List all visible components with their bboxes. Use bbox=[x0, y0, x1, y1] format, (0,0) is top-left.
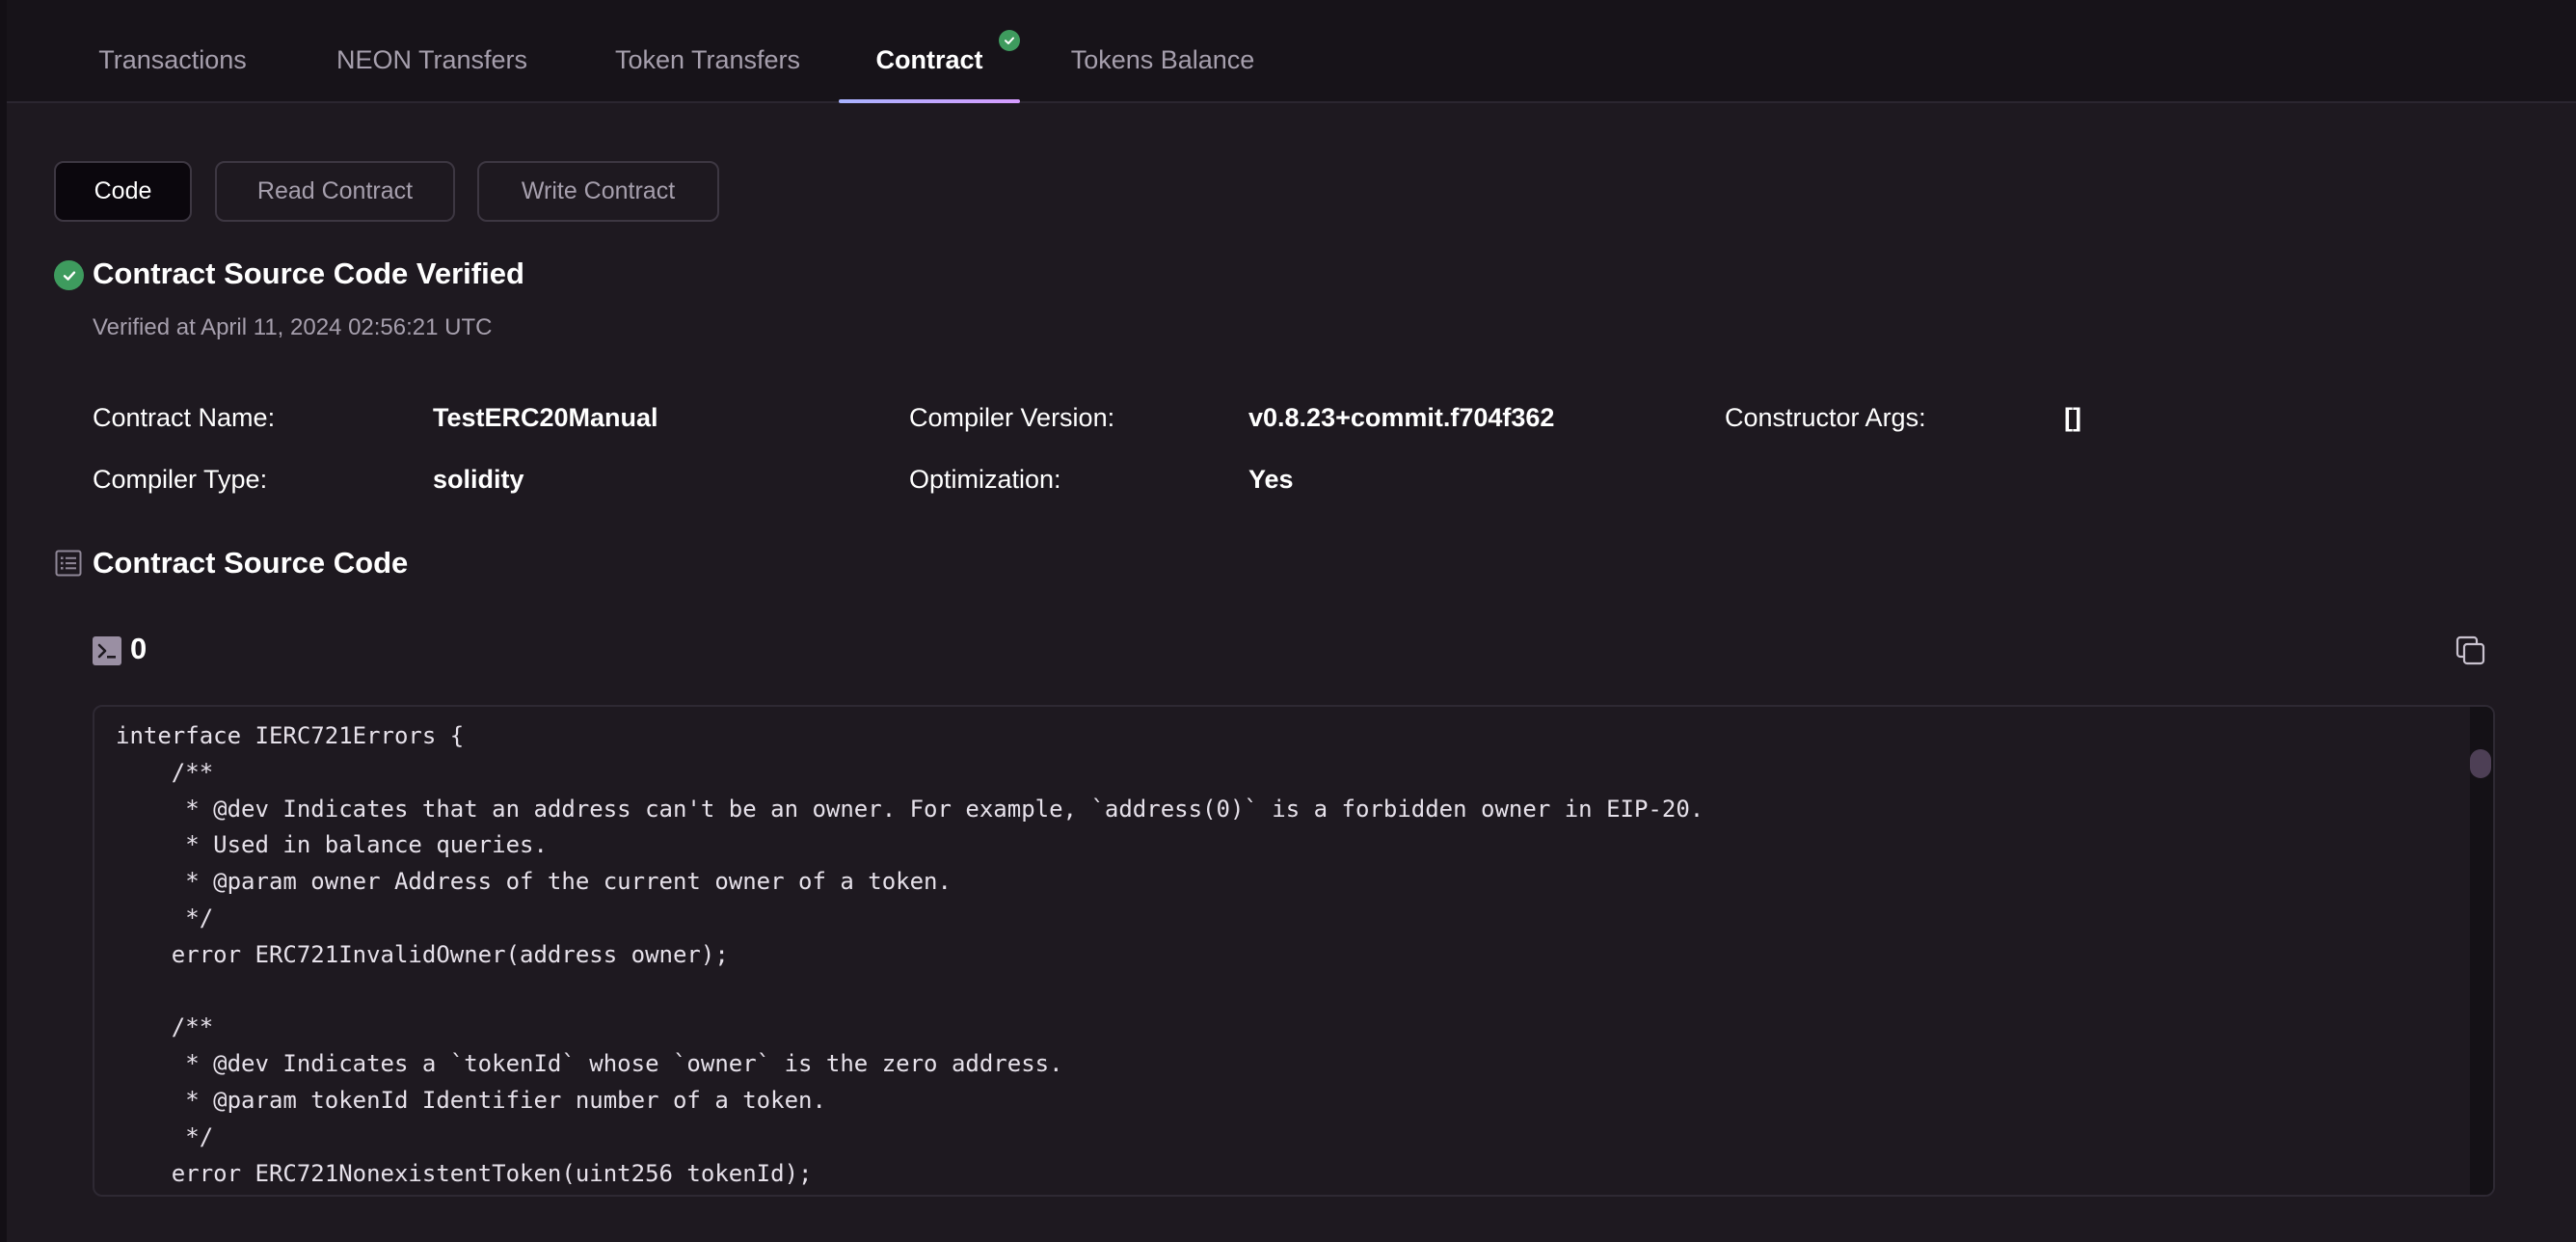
tab-token-transfers[interactable]: Token Transfers bbox=[601, 0, 815, 101]
contract-name-value: TestERC20Manual bbox=[433, 403, 658, 432]
code-viewer[interactable]: interface IERC721Errors { /** * @dev Ind… bbox=[93, 705, 2495, 1197]
tab-contract[interactable]: Contract bbox=[839, 0, 1020, 103]
tab-bar: Transactions NEON Transfers Token Transf… bbox=[7, 0, 2576, 103]
constructor-args-value: [] bbox=[2064, 403, 2081, 432]
active-tab-underline bbox=[839, 99, 1020, 103]
compiler-type-label: Compiler Type: bbox=[93, 465, 268, 494]
copy-icon[interactable] bbox=[2455, 634, 2487, 667]
tab-tokens-balance[interactable]: Tokens Balance bbox=[1061, 0, 1264, 101]
source-file-name: 0 bbox=[130, 632, 148, 665]
optimization-label: Optimization: bbox=[909, 465, 1061, 494]
tab-neon-transfers[interactable]: NEON Transfers bbox=[328, 0, 536, 101]
code-scrollbar-thumb[interactable] bbox=[2470, 749, 2491, 778]
contract-name-label: Contract Name: bbox=[93, 403, 276, 432]
source-code-title: Contract Source Code bbox=[93, 546, 409, 580]
write-contract-button[interactable]: Write Contract bbox=[477, 161, 719, 222]
constructor-args-label: Constructor Args: bbox=[1725, 403, 1926, 432]
compiler-version-label: Compiler Version: bbox=[909, 403, 1115, 432]
terminal-icon bbox=[93, 636, 121, 665]
window-left-edge bbox=[0, 0, 7, 1242]
optimization-value: Yes bbox=[1248, 465, 1294, 494]
tab-contract-label: Contract bbox=[875, 45, 983, 74]
verified-title: Contract Source Code Verified bbox=[93, 256, 524, 290]
compiler-type-value: solidity bbox=[433, 465, 524, 494]
check-circle-icon bbox=[54, 260, 84, 290]
verified-timestamp: Verified at April 11, 2024 02:56:21 UTC bbox=[93, 314, 493, 340]
check-circle-icon bbox=[999, 30, 1020, 51]
tab-transactions[interactable]: Transactions bbox=[91, 0, 255, 101]
read-contract-button[interactable]: Read Contract bbox=[215, 161, 455, 222]
source-code-text: interface IERC721Errors { /** * @dev Ind… bbox=[116, 722, 1704, 1187]
compiler-version-value: v0.8.23+commit.f704f362 bbox=[1248, 403, 1555, 432]
code-scrollbar[interactable] bbox=[2470, 707, 2493, 1195]
code-button[interactable]: Code bbox=[54, 161, 192, 222]
list-icon bbox=[55, 550, 82, 577]
